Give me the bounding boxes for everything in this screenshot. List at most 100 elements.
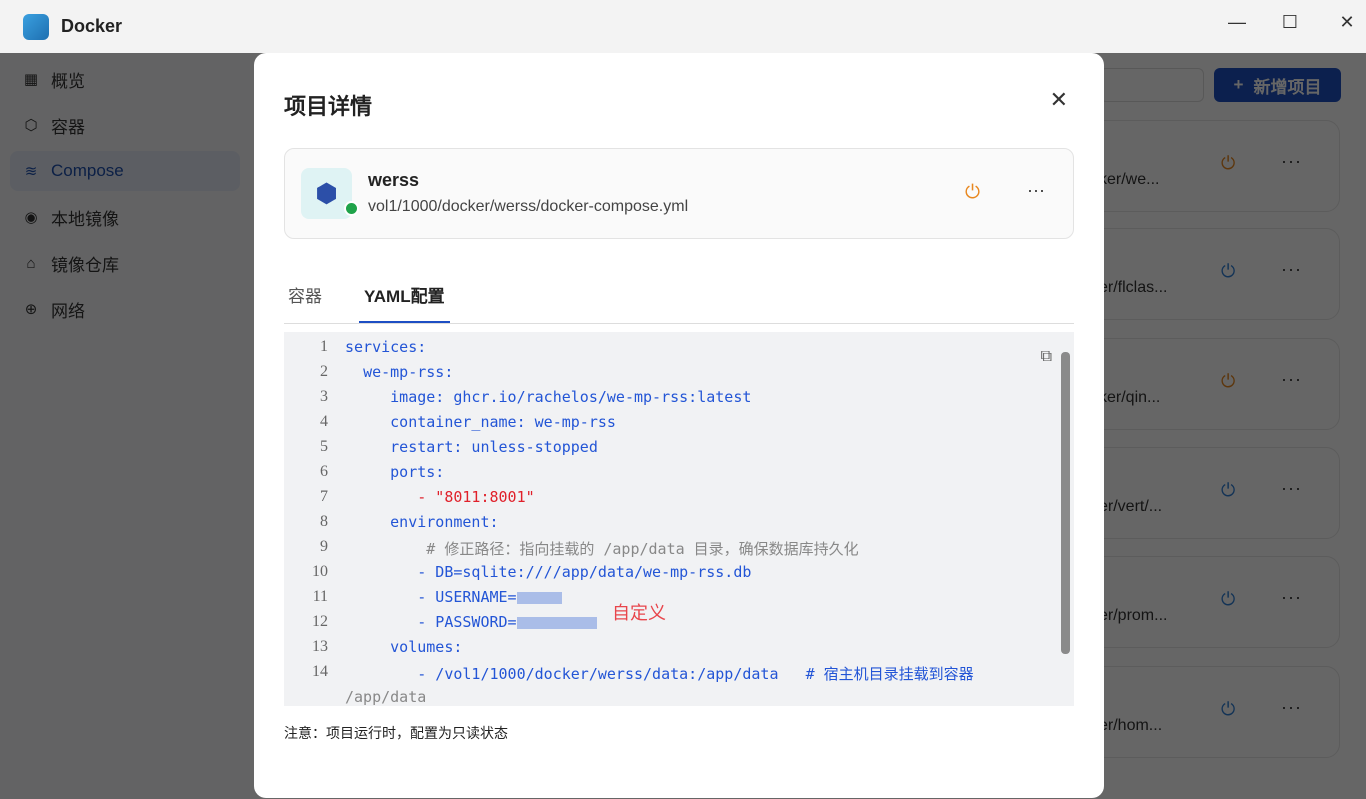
code-line: 4 container_name: we-mp-rss: [284, 413, 616, 438]
code-text: - /vol1/1000/docker/werss/data:/app/data…: [417, 665, 974, 683]
code-text: - DB=sqlite:////app/data/we-mp-rss.db: [417, 563, 752, 581]
sidebar-item-label: 网络: [51, 301, 85, 321]
code-line: 12 - PASSWORD=: [284, 613, 597, 638]
dialog-title: 项目详情: [284, 94, 373, 119]
more-icon[interactable]: ···: [1281, 151, 1302, 172]
annotation-label: 自定义: [612, 603, 666, 624]
project-path: ker/qin...: [1099, 389, 1161, 406]
sidebar-item-1[interactable]: ⬡ 容器: [10, 105, 240, 145]
more-icon[interactable]: ···: [1281, 369, 1302, 390]
yaml-editor[interactable]: ⧉ 自定义 1 services: 2 we-mp-rss: 3 image: ghc…: [284, 332, 1074, 706]
copy-icon[interactable]: ⧉: [1041, 346, 1052, 366]
code-line: 2 we-mp-rss:: [284, 363, 453, 388]
code-line: 11 - USERNAME=: [284, 588, 562, 613]
layers-icon: ≋: [24, 163, 38, 180]
tab-containers[interactable]: 容器: [288, 282, 322, 321]
project-name: werss: [368, 170, 420, 190]
more-icon[interactable]: ···: [1281, 587, 1302, 608]
project-path: er/hom...: [1099, 717, 1163, 734]
code-line: 13 volumes:: [284, 638, 462, 663]
power-icon[interactable]: ⏻: [1221, 480, 1235, 501]
minimize-button[interactable]: —: [1222, 12, 1252, 33]
power-icon[interactable]: ⏻: [1221, 699, 1235, 720]
code-text: # 修正路径：指向挂载的 /app/data 目录，确保数据库持久化: [426, 540, 859, 558]
code-line: 6 ports:: [284, 463, 444, 488]
code-line: 10 - DB=sqlite:////app/data/we-mp-rss.db: [284, 563, 751, 588]
power-icon[interactable]: ⏻: [1221, 153, 1235, 174]
sidebar-item-5[interactable]: ⊕ 网络: [10, 289, 240, 329]
project-path: er/prom...: [1099, 607, 1168, 624]
code-text: - PASSWORD=: [417, 613, 517, 631]
project-path: ker/we...: [1099, 171, 1160, 188]
tab-yaml-config[interactable]: YAML配置: [359, 282, 450, 323]
code-text: environment:: [390, 513, 499, 531]
line-number: 8: [320, 513, 328, 530]
sidebar-item-2[interactable]: ≋ Compose: [10, 151, 240, 191]
title-bar: Docker — ☐ ✕: [0, 0, 1366, 53]
line-number: 2: [320, 363, 328, 380]
sidebar-item-label: Compose: [51, 161, 124, 180]
code-text: volumes:: [390, 638, 463, 656]
code-text: /app/data: [345, 688, 427, 706]
running-status-dot: [344, 201, 359, 216]
plus-icon: +: [1233, 75, 1244, 94]
line-number: 14: [312, 663, 328, 680]
image-icon: ◉: [24, 209, 38, 226]
code-text: - USERNAME=: [417, 588, 517, 606]
line-number: 10: [312, 563, 328, 580]
code-text: ports:: [390, 463, 445, 481]
more-icon[interactable]: ···: [1281, 478, 1302, 499]
more-options-button[interactable]: ···: [1027, 180, 1045, 201]
code-line: 3 image: ghcr.io/rachelos/we-mp-rss:late…: [284, 388, 751, 413]
redacted-value: [516, 591, 562, 604]
scrollbar[interactable]: [1061, 352, 1070, 654]
add-project-label: 新增项目: [1253, 77, 1322, 97]
project-detail-dialog: 项目详情 ✕ ⬢ werss vol1/1000/docker/werss/do…: [254, 53, 1104, 798]
line-number: [284, 688, 328, 706]
sidebar: ▦ 概览 ⬡ 容器 ≋ Compose ◉ 本地镜像 ⌂ 镜像仓库 ⊕ 网络: [0, 53, 250, 799]
power-icon[interactable]: ⏻: [1221, 371, 1235, 392]
project-card: ⬢ werss vol1/1000/docker/werss/docker-co…: [284, 148, 1074, 239]
line-number: 3: [320, 388, 328, 405]
code-text: we-mp-rss:: [363, 363, 454, 381]
add-project-button[interactable]: + 新增项目: [1214, 68, 1341, 102]
code-line: 7 - "8011:8001": [284, 488, 535, 513]
sidebar-item-label: 概览: [51, 71, 85, 91]
line-number: 12: [312, 613, 328, 630]
sidebar-item-label: 容器: [51, 117, 85, 137]
project-path: er/vert/...: [1099, 498, 1163, 515]
globe-icon: ⊕: [24, 301, 38, 318]
project-path: er/flclas...: [1099, 279, 1168, 296]
code-line: 1 services:: [284, 338, 426, 363]
redacted-value: [516, 616, 597, 629]
docker-logo-icon: [23, 13, 49, 40]
more-icon[interactable]: ···: [1281, 259, 1302, 280]
sidebar-item-4[interactable]: ⌂ 镜像仓库: [10, 243, 240, 283]
code-line: 5 restart: unless-stopped: [284, 438, 598, 463]
sidebar-item-label: 本地镜像: [51, 209, 119, 229]
code-line: 9 # 修正路径：指向挂载的 /app/data 目录，确保数据库持久化: [284, 538, 859, 563]
sidebar-item-3[interactable]: ◉ 本地镜像: [10, 197, 240, 237]
readonly-note: 注意：项目运行时，配置为只读状态: [284, 725, 508, 741]
line-number: 11: [312, 588, 328, 605]
code-text: restart: unless-stopped: [390, 438, 598, 456]
power-icon[interactable]: ⏻: [1221, 261, 1235, 282]
code-line: /app/data: [284, 688, 426, 706]
power-icon[interactable]: ⏻: [1221, 589, 1235, 610]
code-text: container_name: we-mp-rss: [390, 413, 616, 431]
power-icon[interactable]: ⏻: [965, 182, 980, 204]
line-number: 1: [320, 338, 328, 355]
project-path: vol1/1000/docker/werss/docker-compose.ym…: [368, 198, 689, 215]
code-text: services:: [345, 338, 427, 356]
line-number: 7: [320, 488, 328, 505]
search-input[interactable]: [1100, 68, 1204, 102]
close-dialog-button[interactable]: ✕: [1050, 87, 1068, 113]
sidebar-item-0[interactable]: ▦ 概览: [10, 59, 240, 99]
line-number: 4: [320, 413, 328, 430]
maximize-button[interactable]: ☐: [1275, 12, 1305, 33]
more-icon[interactable]: ···: [1281, 697, 1302, 718]
app-title: Docker: [61, 16, 123, 36]
sidebar-item-label: 镜像仓库: [51, 255, 119, 275]
grid-icon: ▦: [23, 71, 39, 88]
close-window-button[interactable]: ✕: [1332, 12, 1362, 33]
